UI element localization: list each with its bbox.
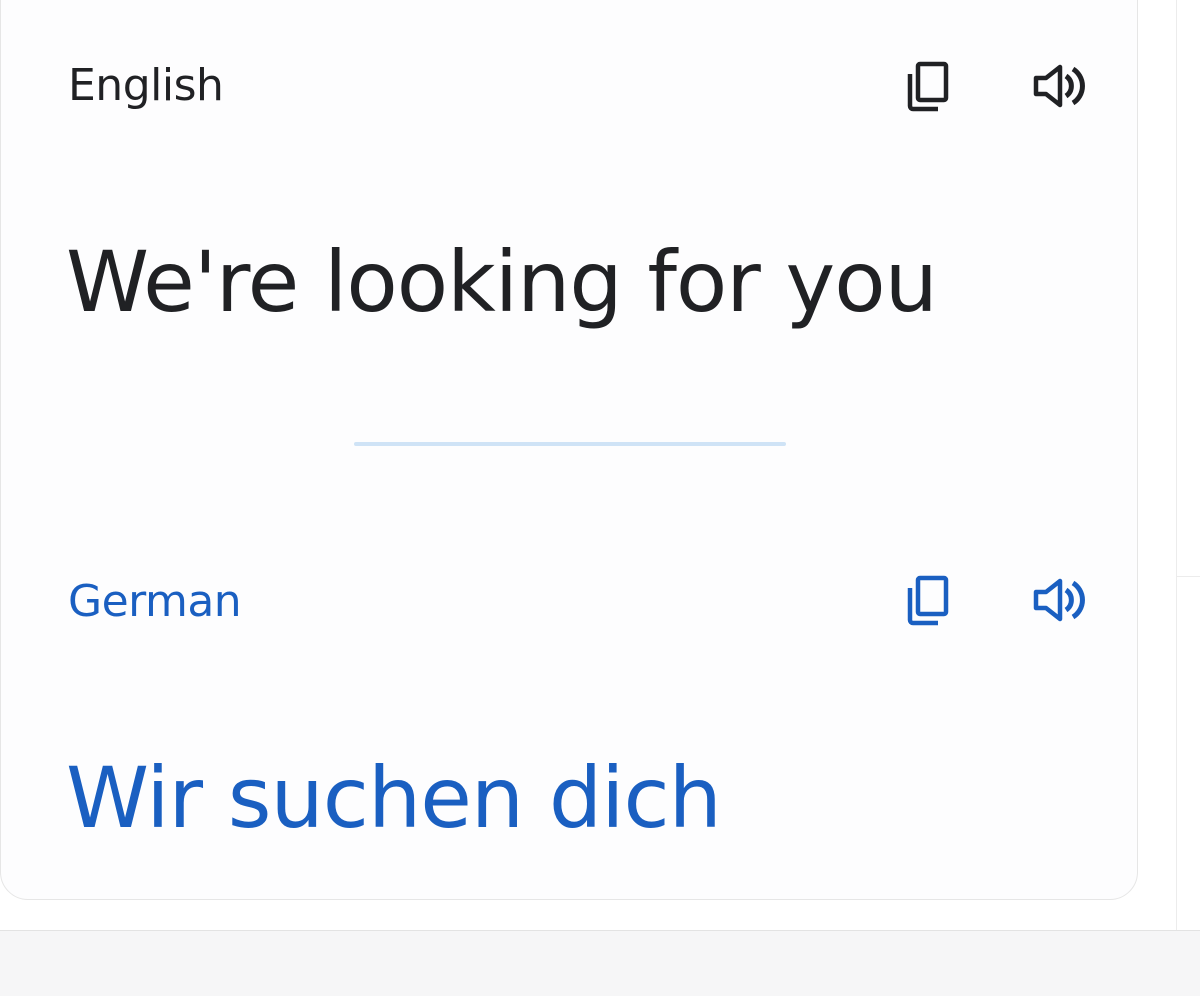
speaker-icon <box>1033 64 1085 108</box>
source-language-label: English <box>68 60 224 111</box>
copy-source-button[interactable] <box>898 56 958 116</box>
speak-source-button[interactable] <box>1030 56 1090 116</box>
side-panel-separator <box>1177 576 1200 577</box>
target-language-label: German <box>68 576 242 627</box>
speaker-icon <box>1033 578 1085 622</box>
speak-translation-button[interactable] <box>1030 570 1090 630</box>
translation-divider <box>354 442 786 446</box>
copy-translation-button[interactable] <box>898 570 958 630</box>
source-text[interactable]: We're looking for you <box>66 240 938 324</box>
copy-icon <box>907 61 949 112</box>
translated-text[interactable]: Wir suchen dich <box>66 756 722 840</box>
copy-icon <box>907 575 949 626</box>
side-panel-divider <box>1176 0 1177 930</box>
